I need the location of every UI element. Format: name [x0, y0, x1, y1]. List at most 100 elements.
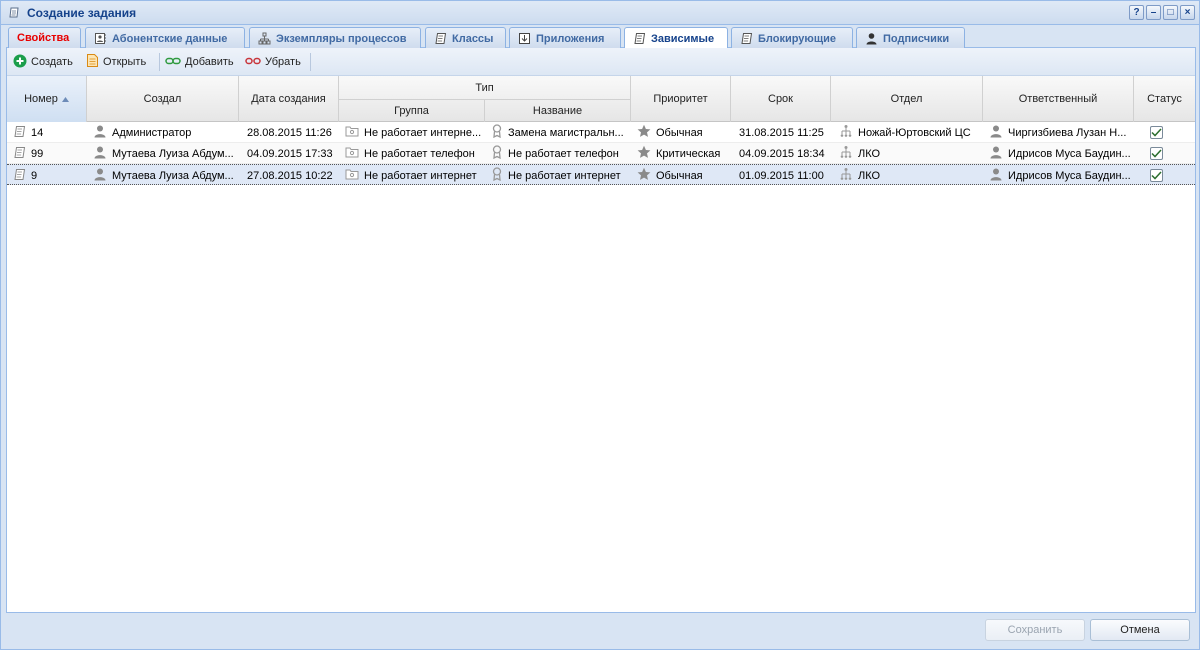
tab-attachments[interactable]: Приложения	[509, 27, 621, 48]
tab-label: Подписчики	[883, 33, 950, 45]
cell-department: Ножай-Юртовский ЦС	[831, 122, 983, 143]
column-label: Статус	[1147, 93, 1182, 105]
tab-blocking[interactable]: Блокирующие	[731, 27, 853, 48]
window-title: Создание задания	[27, 6, 137, 20]
cell-text: Обычная	[656, 126, 703, 139]
column-created-header[interactable]: Дата создания	[239, 76, 339, 122]
scroll-icon	[740, 32, 753, 48]
cell-status	[1134, 165, 1195, 186]
column-type-group-header: Тип	[339, 76, 631, 99]
tab-label: Приложения	[536, 33, 605, 45]
cell-created: 04.09.2015 17:33	[239, 143, 339, 164]
user-icon	[989, 124, 1003, 141]
column-due-header[interactable]: Срок	[731, 76, 831, 122]
cell-priority: Обычная	[631, 165, 731, 186]
table-row[interactable]: 14 Администратор 28.08.2015 11:26 Не раб…	[7, 122, 1195, 143]
scroll-icon	[13, 125, 26, 141]
save-button[interactable]: Сохранить	[985, 619, 1085, 641]
cell-group: Не работает интернет	[339, 165, 485, 186]
cell-text: 28.08.2015 11:26	[247, 126, 332, 139]
cell-text: Идрисов Муса Баудин...	[1008, 169, 1131, 182]
column-label: Отдел	[890, 93, 923, 105]
remove-link-button[interactable]: Убрать	[245, 54, 301, 70]
column-department-header[interactable]: Отдел	[831, 76, 983, 122]
cell-text: Не работает интернет	[508, 169, 621, 182]
cell-creator: Администратор	[87, 122, 239, 143]
column-group-header[interactable]: Группа	[339, 100, 485, 122]
window-titlebar[interactable]: Создание задания ? – □ ×	[1, 1, 1199, 25]
folder-icon	[345, 146, 359, 161]
column-label: Приоритет	[653, 93, 708, 105]
cell-text: Критическая	[656, 147, 721, 160]
cell-number: 9	[7, 165, 87, 186]
scroll-icon	[13, 146, 26, 162]
cell-text: 99	[31, 147, 44, 160]
add-circle-icon	[13, 54, 27, 71]
user-icon	[93, 167, 107, 184]
cell-text: 31.08.2015 11:25	[739, 126, 824, 139]
add-link-button-label: Добавить	[185, 56, 234, 68]
add-link-button[interactable]: Добавить	[165, 54, 234, 70]
status-checkbox[interactable]	[1150, 126, 1163, 139]
cell-text: Мутаева Луиза Абдум...	[112, 147, 234, 160]
tab-classes[interactable]: Классы	[425, 27, 506, 48]
task-create-window: Создание задания ? – □ × Свойства Абонен…	[0, 0, 1200, 650]
tab-dependent[interactable]: Зависимые	[624, 27, 728, 49]
status-checkbox[interactable]	[1150, 147, 1163, 160]
unlink-icon	[245, 56, 261, 69]
cell-created: 27.08.2015 10:22	[239, 165, 339, 186]
cell-text: Не работает интерне...	[364, 126, 482, 139]
cell-text: Замена магистральн...	[508, 126, 624, 139]
column-label: Создал	[143, 93, 182, 105]
cell-priority: Критическая	[631, 143, 731, 164]
maximize-icon[interactable]: □	[1163, 5, 1178, 20]
column-label: Срок	[768, 93, 793, 105]
user-icon	[865, 32, 878, 48]
open-button[interactable]: Открыть	[86, 54, 146, 70]
cell-number: 99	[7, 143, 87, 164]
create-button-label: Создать	[31, 56, 73, 68]
cell-due: 31.08.2015 11:25	[731, 122, 831, 143]
cancel-button[interactable]: Отмена	[1090, 619, 1190, 641]
column-label: Дата создания	[251, 93, 326, 105]
star-icon	[637, 124, 651, 141]
minimize-icon[interactable]: –	[1146, 5, 1161, 20]
tab-subscriber-data[interactable]: Абонентские данные	[85, 27, 245, 48]
cell-name: Не работает телефон	[485, 143, 631, 164]
column-status-header[interactable]: Статус	[1134, 76, 1195, 122]
tab-subscribers[interactable]: Подписчики	[856, 27, 965, 48]
cell-due: 04.09.2015 18:34	[731, 143, 831, 164]
column-responsible-header[interactable]: Ответственный	[983, 76, 1134, 122]
create-button[interactable]: Создать	[13, 54, 73, 70]
column-priority-header[interactable]: Приоритет	[631, 76, 731, 122]
column-number-header[interactable]: Номер	[7, 76, 87, 122]
cell-text: 04.09.2015 18:34	[739, 147, 825, 160]
tab-properties[interactable]: Свойства	[8, 27, 81, 48]
cell-group: Не работает телефон	[339, 143, 485, 164]
org-chart-icon	[839, 124, 853, 141]
table-row-selected[interactable]: 9 Мутаева Луиза Абдум... 27.08.2015 10:2…	[7, 164, 1195, 185]
column-name-header[interactable]: Название	[485, 100, 631, 122]
cell-text: 01.09.2015 11:00	[739, 169, 824, 182]
table-row[interactable]: 99 Мутаева Луиза Абдум... 04.09.2015 17:…	[7, 143, 1195, 164]
tab-label: Абонентские данные	[112, 33, 228, 45]
grid-header: Номер Создал Дата создания Тип Группа На…	[7, 76, 1195, 122]
tab-process-instances[interactable]: Экземпляры процессов	[249, 27, 421, 48]
star-icon	[637, 167, 651, 184]
status-checkbox[interactable]	[1150, 169, 1163, 182]
tab-label: Классы	[452, 33, 494, 45]
award-icon	[491, 167, 503, 184]
cell-text: ЛКО	[858, 147, 881, 160]
sort-ascending-icon	[61, 93, 69, 105]
award-icon	[491, 145, 503, 162]
award-icon	[491, 124, 503, 141]
column-label: Название	[532, 105, 583, 117]
column-creator-header[interactable]: Создал	[87, 76, 239, 122]
cell-group: Не работает интерне...	[339, 122, 485, 143]
dialog-footer: Сохранить Отмена	[6, 613, 1196, 646]
column-label: Номер	[24, 93, 58, 105]
close-icon[interactable]: ×	[1180, 5, 1195, 20]
tab-strip: Свойства Абонентские данные Экземпляры п…	[6, 26, 1196, 49]
help-icon[interactable]: ?	[1129, 5, 1144, 20]
cell-responsible: Идрисов Муса Баудин...	[983, 165, 1134, 186]
